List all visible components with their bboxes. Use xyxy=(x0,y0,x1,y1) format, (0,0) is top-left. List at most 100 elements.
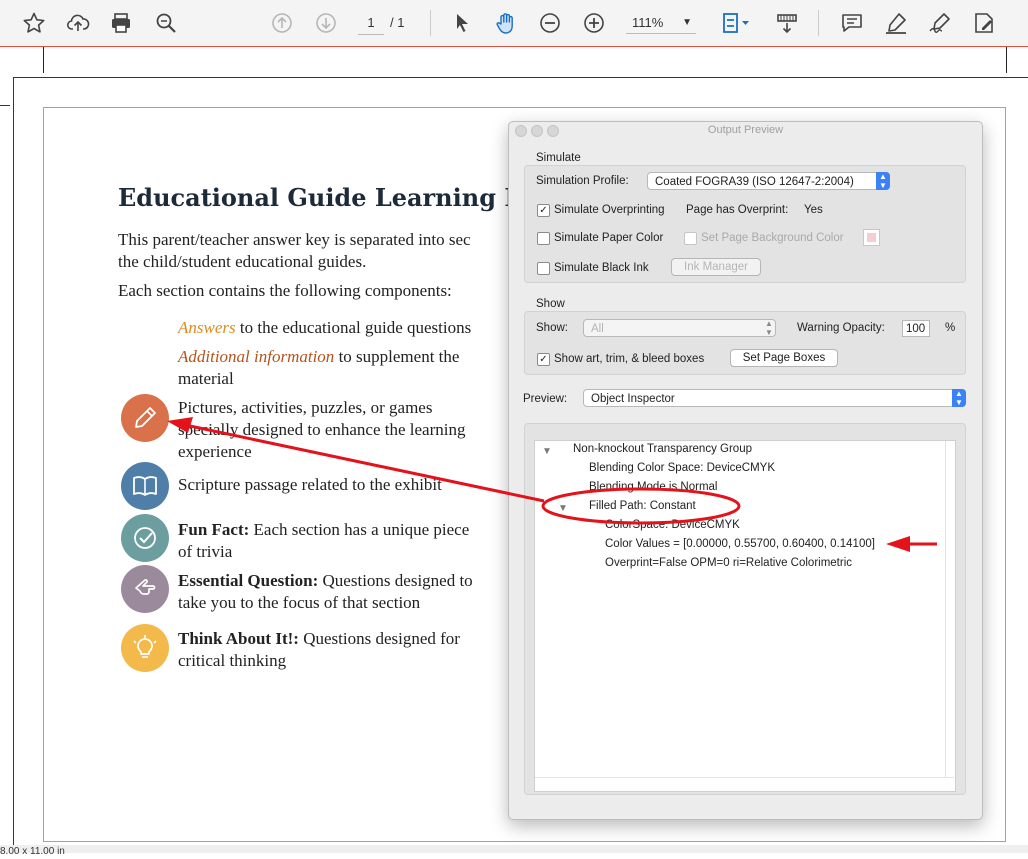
horizontal-scrollbar[interactable] xyxy=(535,777,954,791)
item-text: specially designed to enhance the learni… xyxy=(178,420,466,439)
warning-opacity-label: Warning Opacity: xyxy=(797,322,885,334)
page-size-status: 8.00 x 11.00 in xyxy=(0,845,1028,857)
select-stepper-icon: ▲ ▼ xyxy=(765,319,773,337)
tree-row[interactable]: Filled Path: Constant xyxy=(589,500,696,512)
show-section-label: Show xyxy=(536,298,565,310)
expand-triangle-icon[interactable]: ▼ xyxy=(542,446,552,457)
item-text: Questions designed to xyxy=(318,571,473,590)
comment-icon xyxy=(842,14,862,32)
item-text: critical thinking xyxy=(178,651,287,670)
preview-select[interactable]: Object Inspector ▲ ▼ xyxy=(583,389,966,407)
simulate-black-ink-checkbox[interactable] xyxy=(537,262,550,275)
highlight-button[interactable] xyxy=(882,8,910,38)
prev-page-button[interactable] xyxy=(268,8,296,38)
page-trim-line xyxy=(13,77,14,853)
tree-row[interactable]: Blending Mode is Normal xyxy=(589,481,717,493)
zoom-search-button[interactable] xyxy=(152,8,180,38)
close-window-button[interactable] xyxy=(515,125,527,137)
ink-manager-button[interactable]: Ink Manager xyxy=(671,258,761,276)
select-tool-button[interactable] xyxy=(448,8,476,38)
zoom-level-select[interactable]: 111% ▼ xyxy=(626,12,696,34)
item-text: material xyxy=(178,369,234,388)
star-icon xyxy=(23,12,45,33)
hand-tool-button[interactable] xyxy=(492,8,520,38)
zoom-in-button[interactable] xyxy=(580,8,608,38)
components-intro: Each section contains the following comp… xyxy=(118,281,452,300)
tree-row[interactable]: Blending Color Space: DeviceCMYK xyxy=(589,462,775,474)
bookmark-star-button[interactable] xyxy=(20,8,48,38)
think-about-it-label: Think About It!: xyxy=(178,629,299,648)
simulation-profile-label: Simulation Profile: xyxy=(536,175,629,187)
prev-page-icon xyxy=(272,13,292,33)
crop-mark xyxy=(1006,47,1007,73)
lightbulb-icon xyxy=(121,624,169,672)
set-page-boxes-button[interactable]: Set Page Boxes xyxy=(730,349,838,367)
zoom-in-icon xyxy=(584,13,604,33)
preview-value: Object Inspector xyxy=(591,393,675,405)
toolbar-divider xyxy=(430,10,431,36)
simulation-profile-select[interactable]: Coated FOGRA39 (ISO 12647-2:2004) ▲ ▼ xyxy=(647,172,890,190)
zoom-out-button[interactable] xyxy=(536,8,564,38)
fill-sign-button[interactable] xyxy=(970,8,998,38)
zoom-window-button[interactable] xyxy=(547,125,559,137)
scroll-mode-button[interactable] xyxy=(773,8,801,38)
crop-mark xyxy=(43,47,44,73)
page-bg-color-swatch[interactable] xyxy=(863,229,880,246)
item-text: take you to the focus of that section xyxy=(178,593,421,612)
fill-sign-icon xyxy=(975,13,993,33)
print-icon xyxy=(112,13,130,33)
set-page-bg-color-label: Set Page Background Color xyxy=(701,232,844,244)
intro-line: the child/student educational guides. xyxy=(118,252,367,271)
intro-paragraph: This parent/teacher answer key is separa… xyxy=(118,229,471,273)
list-item-fun-fact: Fun Fact: Each section has a unique piec… xyxy=(178,519,469,563)
sign-icon xyxy=(929,13,950,33)
list-item-think-about-it: Think About It!: Questions designed for … xyxy=(178,628,460,672)
simulate-black-ink-label: Simulate Black Ink xyxy=(554,262,649,274)
zoom-level-value: 111% xyxy=(632,15,664,30)
toolbar: 1 / 1 111% ▼ xyxy=(0,0,1028,47)
minimize-window-button[interactable] xyxy=(531,125,543,137)
tree-row[interactable]: Overprint=False OPM=0 ri=Relative Colori… xyxy=(605,557,852,569)
essential-question-label: Essential Question: xyxy=(178,571,319,590)
comment-button[interactable] xyxy=(838,8,866,38)
page-fit-icon xyxy=(723,13,749,33)
page-number-input[interactable]: 1 xyxy=(358,12,384,35)
upload-icon xyxy=(66,14,90,31)
page-total: / 1 xyxy=(390,15,405,30)
toolbar-divider xyxy=(818,10,819,36)
percent-label: % xyxy=(945,322,956,334)
vertical-scrollbar[interactable] xyxy=(945,441,955,777)
sign-button[interactable] xyxy=(926,8,954,38)
list-item-answers: Answers to the educational guide questio… xyxy=(178,317,471,339)
next-page-button[interactable] xyxy=(312,8,340,38)
zoom-out-icon xyxy=(540,13,560,33)
simulate-paper-color-checkbox[interactable] xyxy=(537,232,550,245)
show-select[interactable]: All ▲ ▼ xyxy=(583,319,776,337)
expand-triangle-icon[interactable]: ▼ xyxy=(558,503,568,514)
page-fit-button[interactable] xyxy=(718,8,754,38)
dialog-title: Output Preview xyxy=(707,124,784,136)
select-arrow-icon xyxy=(457,14,468,32)
additional-info-label: Additional information xyxy=(178,347,335,366)
list-item-additional-info: Additional information to supplement the… xyxy=(178,346,459,390)
hand-icon xyxy=(496,13,513,34)
select-stepper-icon: ▲ ▼ xyxy=(876,172,890,190)
tree-row[interactable]: Color Values = [0.00000, 0.55700, 0.6040… xyxy=(605,538,875,550)
item-text: experience xyxy=(178,442,252,461)
simulate-overprinting-checkbox[interactable]: ✓ xyxy=(537,204,550,217)
object-inspector-tree[interactable]: ▼ Non-knockout Transparency Group Blendi… xyxy=(534,440,956,792)
simulate-section-label: Simulate xyxy=(536,152,581,164)
tree-row[interactable]: Non-knockout Transparency Group xyxy=(573,443,752,455)
set-page-bg-color-checkbox[interactable] xyxy=(684,232,697,245)
pencil-icon xyxy=(121,394,169,442)
upload-button[interactable] xyxy=(64,8,92,38)
print-button[interactable] xyxy=(107,8,135,38)
show-art-trim-checkbox[interactable]: ✓ xyxy=(537,353,550,366)
item-text: Pictures, activities, puzzles, or games xyxy=(178,398,433,417)
warning-opacity-input[interactable]: 100 xyxy=(902,320,930,337)
tree-row[interactable]: ColorSpace: DeviceCMYK xyxy=(605,519,740,531)
intro-line: This parent/teacher answer key is separa… xyxy=(118,230,471,249)
show-label: Show: xyxy=(536,322,568,334)
item-text: to the educational guide questions xyxy=(235,318,472,337)
next-page-icon xyxy=(316,13,336,33)
